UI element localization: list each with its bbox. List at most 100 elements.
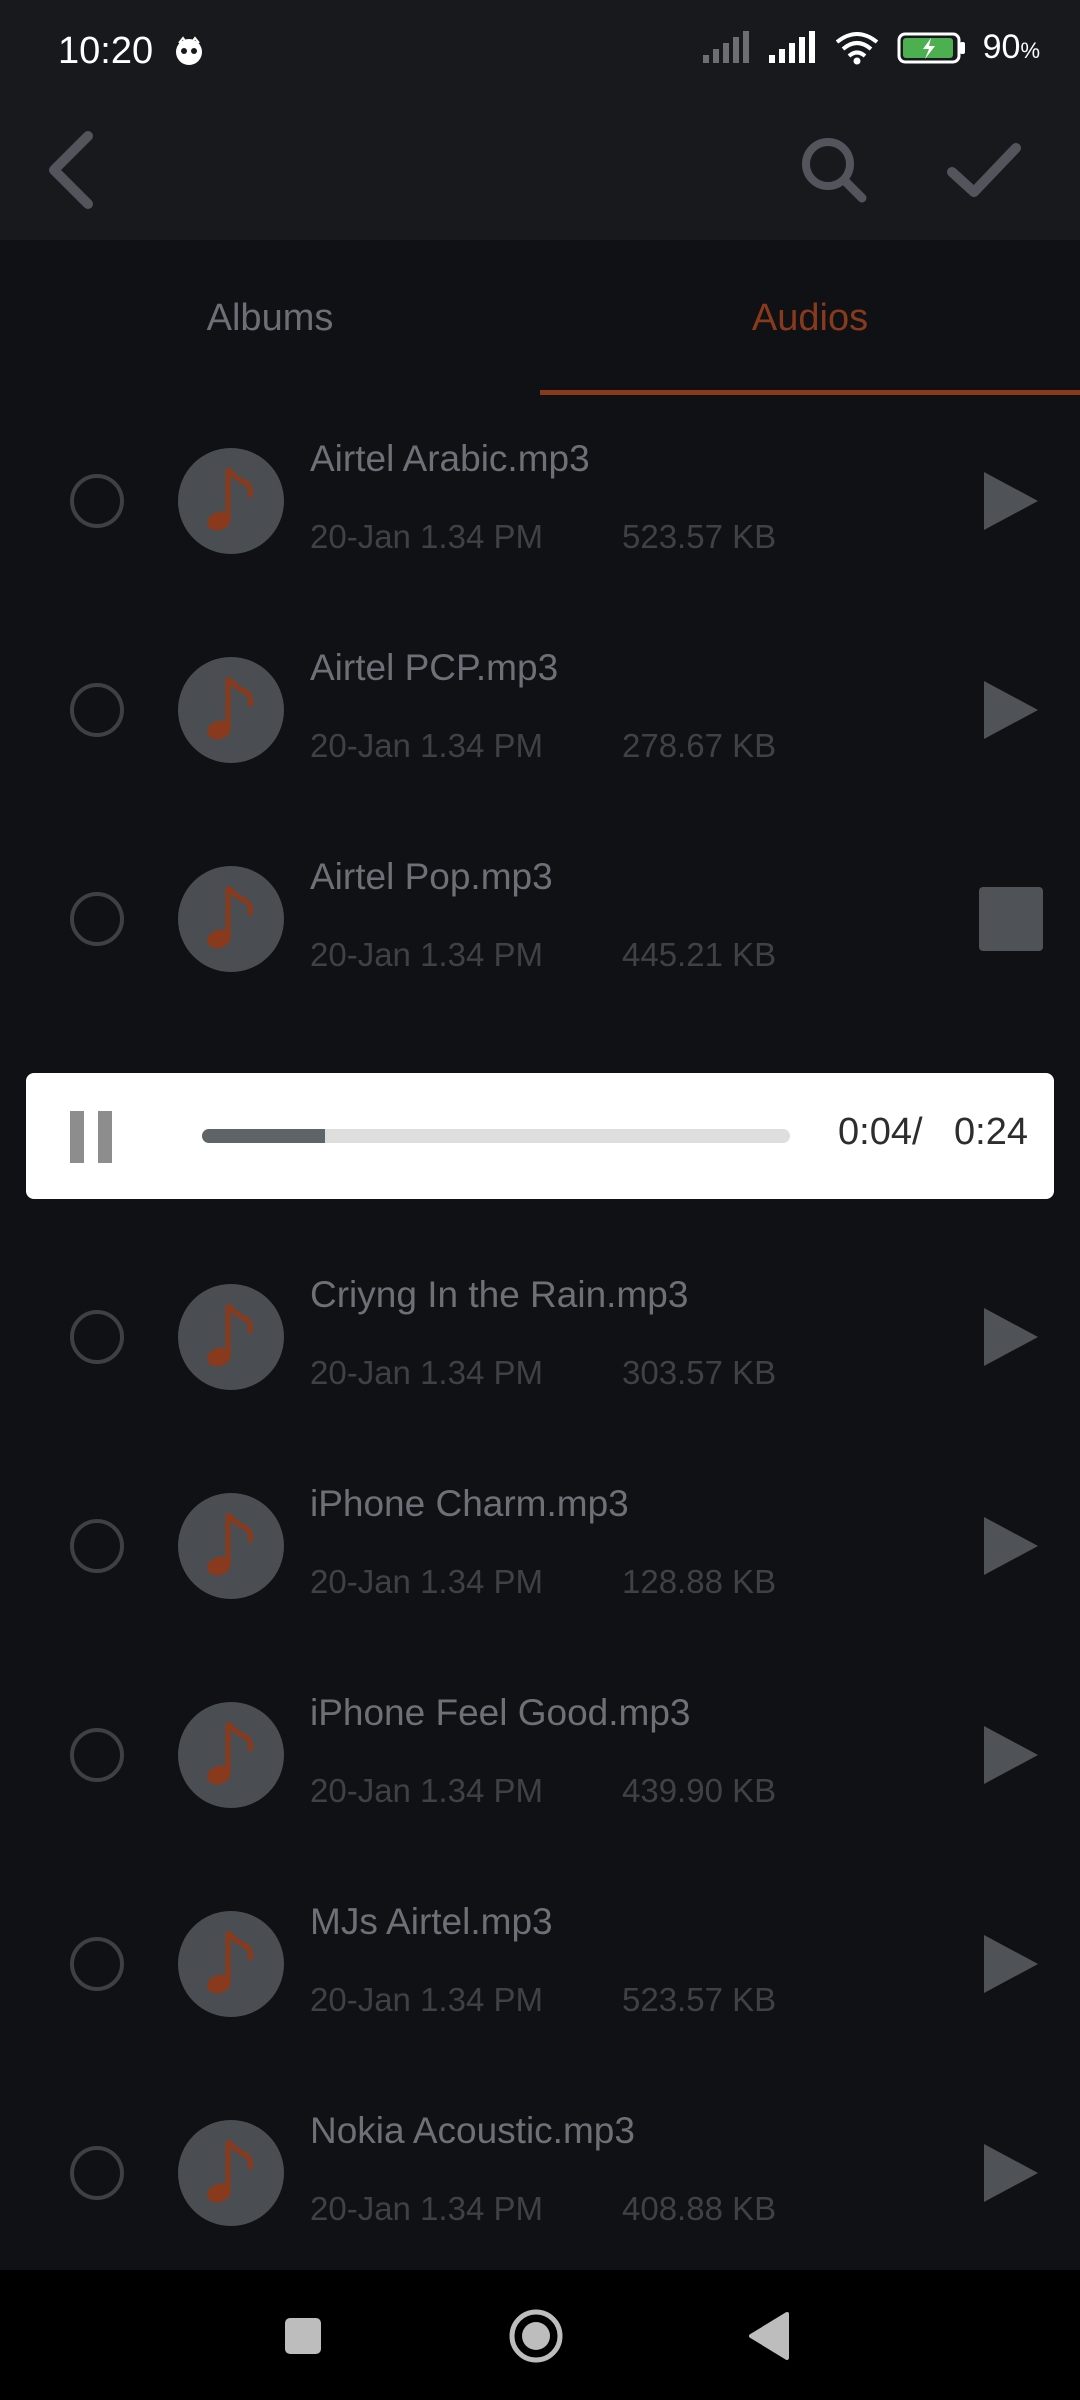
music-note-icon [207,2139,253,2203]
signal-icon-2 [768,30,815,63]
search-button[interactable] [786,122,882,218]
music-note-icon [207,1721,253,1785]
play-icon [984,1726,1038,1784]
notification-face-icon [176,36,202,65]
audio-thumbnail [178,657,284,763]
audio-date: 20-Jan 1.34 PM [310,2190,543,2227]
music-note-icon [207,467,253,531]
audio-title: Nokia Acoustic.mp3 [310,2110,635,2151]
audio-size: 128.88 KB [622,1563,777,1600]
audio-size: 523.57 KB [622,518,777,555]
list-item[interactable]: MJs Airtel.mp3 20-Jan 1.34 PM 523.57 KB [0,1859,1080,2068]
music-note-icon [207,1512,253,1576]
status-time: 10:20 [58,30,154,72]
play-icon [984,2144,1038,2202]
select-radio[interactable] [70,1728,124,1782]
audio-title: Criyng In the Rain.mp3 [310,1274,689,1315]
mini-player: 0:04/ 0:24 [26,1073,1054,1199]
toolbar [0,100,1080,240]
play-button[interactable] [976,1720,1046,1790]
pause-icon-bar-left [70,1111,84,1163]
circle-icon [509,2309,563,2363]
audio-title: Airtel Arabic.mp3 [310,438,590,479]
play-icon [984,1935,1038,1993]
tab-albums[interactable]: Albums [0,240,540,396]
list-item[interactable]: Nokia Acoustic.mp3 20-Jan 1.34 PM 408.88 K… [0,2068,1080,2277]
audio-thumbnail [178,1284,284,1390]
play-button[interactable] [976,2138,1046,2208]
pause-button[interactable] [66,1103,126,1169]
stop-icon [979,887,1043,951]
audio-size: 523.57 KB [622,1981,777,2018]
list-item[interactable]: iPhone Feel Good.mp3 20-Jan 1.34 PM 439.90… [0,1650,1080,1859]
signal-icon [702,30,749,63]
audio-size: 278.67 KB [622,727,777,764]
audio-thumbnail [178,2120,284,2226]
audio-date: 20-Jan 1.34 PM [310,518,543,555]
home-button[interactable] [500,2300,572,2372]
list-item[interactable]: Airtel Pop.mp3 20-Jan 1.34 PM 445.21 KB [0,814,1080,1023]
audio-title: Airtel Pop.mp3 [310,856,553,897]
music-note-icon [207,676,253,740]
play-button[interactable] [976,1929,1046,1999]
wifi-icon [835,31,878,64]
stop-button[interactable] [976,884,1046,954]
audio-size: 439.90 KB [622,1772,777,1809]
audio-date: 20-Jan 1.34 PM [310,1772,543,1809]
navigation-bar [0,2270,1080,2400]
select-radio[interactable] [70,683,124,737]
list-item[interactable]: Airtel Arabic.mp3 20-Jan 1.34 PM 523.57 KB [0,396,1080,605]
audio-date: 20-Jan 1.34 PM [310,1981,543,2018]
search-icon [802,138,867,203]
battery-icon [897,32,965,63]
audio-date: 20-Jan 1.34 PM [310,727,543,764]
select-radio[interactable] [70,474,124,528]
list-item[interactable]: iPhone Charm.mp3 20-Jan 1.34 PM 128.88 KB [0,1441,1080,1650]
confirm-button[interactable] [936,122,1032,218]
pause-icon-bar-right [98,1111,112,1163]
recents-button[interactable] [267,2300,339,2372]
audio-thumbnail [178,1702,284,1808]
music-note-icon [207,1930,253,1994]
play-button[interactable] [976,675,1046,745]
square-icon [285,2318,321,2354]
audio-size: 303.57 KB [622,1354,777,1391]
audio-date: 20-Jan 1.34 PM [310,936,543,973]
select-radio[interactable] [70,892,124,946]
system-back-button[interactable] [733,2300,805,2372]
audio-title: Airtel PCP.mp3 [310,647,559,688]
play-icon [984,1308,1038,1366]
tab-bar: Albums Audios [0,240,1080,396]
active-tab-indicator [540,390,1080,395]
chevron-left-icon [49,131,93,209]
screen: 10:20 90% Albums Audios Airtel Arabic.mp… [0,0,1080,2400]
tab-audios[interactable]: Audios [540,240,1080,396]
audio-size: 445.21 KB [622,936,777,973]
select-radio[interactable] [70,1519,124,1573]
triangle-back-icon [749,2312,789,2360]
audio-thumbnail [178,866,284,972]
audio-title: iPhone Feel Good.mp3 [310,1692,691,1733]
select-radio[interactable] [70,1937,124,1991]
current-time: 0:04/ [838,1111,923,1153]
audio-thumbnail [178,1493,284,1599]
music-note-icon [207,1303,253,1367]
play-button[interactable] [976,466,1046,536]
select-radio[interactable] [70,1310,124,1364]
audio-thumbnail [178,448,284,554]
select-radio[interactable] [70,2146,124,2200]
play-icon [984,1517,1038,1575]
total-time: 0:24 [954,1111,1028,1153]
play-icon [984,472,1038,530]
play-button[interactable] [976,1302,1046,1372]
audio-date: 20-Jan 1.34 PM [310,1354,543,1391]
audio-date: 20-Jan 1.34 PM [310,1563,543,1600]
status-icons: 90% [701,28,1040,67]
audio-thumbnail [178,1911,284,2017]
play-button[interactable] [976,1511,1046,1581]
progress-bar[interactable] [202,1129,790,1143]
back-button[interactable] [24,122,120,218]
list-item[interactable]: Airtel PCP.mp3 20-Jan 1.34 PM 278.67 KB [0,605,1080,814]
music-note-icon [207,885,253,949]
list-item[interactable]: Criyng In the Rain.mp3 20-Jan 1.34 PM 303.… [0,1232,1080,1441]
